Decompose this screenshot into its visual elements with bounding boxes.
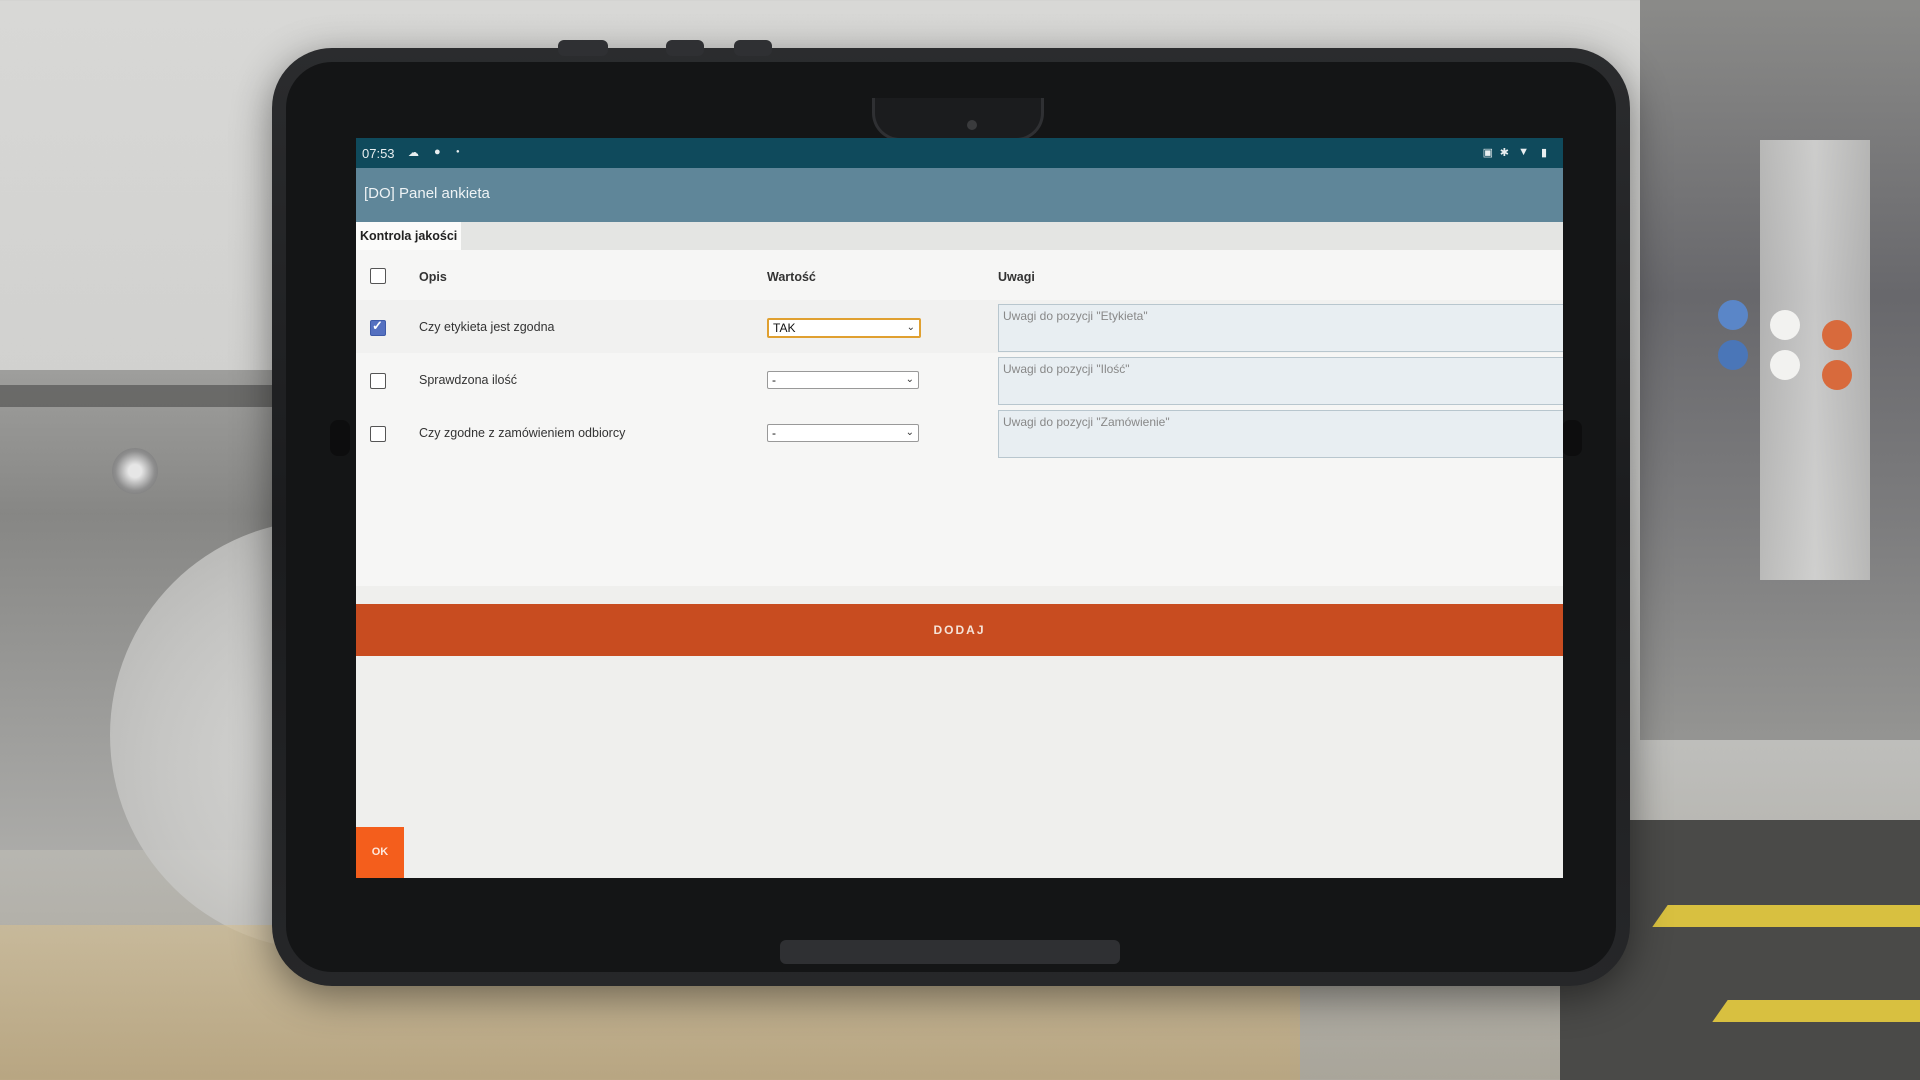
nfc-icon: ▣ [1482, 147, 1493, 159]
notes-placeholder: Uwagi do pozycji "Ilość" [1003, 362, 1130, 376]
background-rail [0, 385, 290, 407]
tab-strip: Kontrola jakości [356, 222, 1563, 250]
background-ball [1770, 310, 1800, 340]
case-button [558, 40, 608, 56]
select-all-checkbox[interactable] [370, 268, 386, 284]
table-row: Sprawdzona ilość - ⌄ Uwagi do pozycji "I… [356, 353, 1563, 406]
add-button[interactable]: DODAJ [356, 604, 1563, 656]
header-value: Wartość [767, 270, 816, 284]
row-label: Sprawdzona ilość [419, 373, 517, 387]
side-button [330, 420, 350, 456]
survey-table: Opis Wartość Uwagi Czy etykieta jest zgo… [356, 250, 1563, 586]
side-button [1562, 420, 1582, 456]
notes-field[interactable]: Uwagi do pozycji "Ilość" [998, 357, 1563, 405]
chevron-down-icon: ⌄ [906, 322, 915, 333]
cloud-icon: ☁ [408, 147, 419, 159]
notes-field[interactable]: Uwagi do pozycji "Etykieta" [998, 304, 1563, 352]
bluetooth-icon: ✱ [1499, 147, 1509, 159]
row-label: Czy etykieta jest zgodna [419, 320, 555, 334]
value-select[interactable]: - ⌄ [767, 424, 919, 442]
background-ball [1770, 350, 1800, 380]
case-button [666, 40, 704, 56]
dot-icon: ● [434, 146, 441, 158]
background-ball [1822, 360, 1852, 390]
header-notes: Uwagi [998, 270, 1035, 284]
select-value: TAK [773, 321, 796, 335]
background-stripe [1652, 905, 1920, 927]
header-description: Opis [419, 270, 447, 284]
select-value: - [772, 373, 776, 387]
table-row: Czy zgodne z zamówieniem odbiorcy - ⌄ Uw… [356, 406, 1563, 459]
background-stripe [1712, 1000, 1920, 1022]
notes-placeholder: Uwagi do pozycji "Zamówienie" [1003, 415, 1170, 429]
notes-field[interactable]: Uwagi do pozycji "Zamówienie" [998, 410, 1563, 458]
app-bar: [DO] Panel ankieta [356, 168, 1563, 222]
app-title: [DO] Panel ankieta [364, 185, 490, 202]
value-select[interactable]: - ⌄ [767, 371, 919, 389]
status-bar: 07:53 ☁ ● ● ▣ ✱ ▼ ▮ [356, 138, 1563, 168]
background-ball [1718, 340, 1748, 370]
camera-notch [872, 98, 1044, 141]
background-ball [1718, 300, 1748, 330]
battery-icon: ▮ [1540, 147, 1547, 159]
background-knob [112, 448, 158, 494]
table-row: Czy etykieta jest zgodna TAK ⌄ Uwagi do … [356, 300, 1563, 353]
status-time: 07:53 [362, 146, 395, 161]
wifi-icon: ▼ [1518, 146, 1529, 158]
value-select[interactable]: TAK ⌄ [767, 318, 921, 338]
case-button [734, 40, 772, 56]
row-checkbox[interactable] [370, 318, 386, 336]
case-bumper [780, 940, 1120, 964]
chevron-down-icon: ⌄ [905, 427, 914, 438]
select-value: - [772, 426, 776, 440]
row-checkbox[interactable] [370, 426, 386, 442]
dot-icon: ● [456, 149, 460, 155]
ok-button[interactable]: OK [356, 827, 404, 878]
tab-kontrola-jakosci[interactable]: Kontrola jakości [356, 222, 462, 250]
tablet-screen: 07:53 ☁ ● ● ▣ ✱ ▼ ▮ [DO] Panel ankieta K… [356, 138, 1563, 878]
background-ball [1822, 320, 1852, 350]
chevron-down-icon: ⌄ [905, 374, 914, 385]
row-label: Czy zgodne z zamówieniem odbiorcy [419, 426, 626, 440]
notes-placeholder: Uwagi do pozycji "Etykieta" [1003, 309, 1148, 323]
camera-icon [967, 120, 977, 130]
table-header: Opis Wartość Uwagi [356, 250, 1563, 300]
row-checkbox[interactable] [370, 373, 386, 389]
